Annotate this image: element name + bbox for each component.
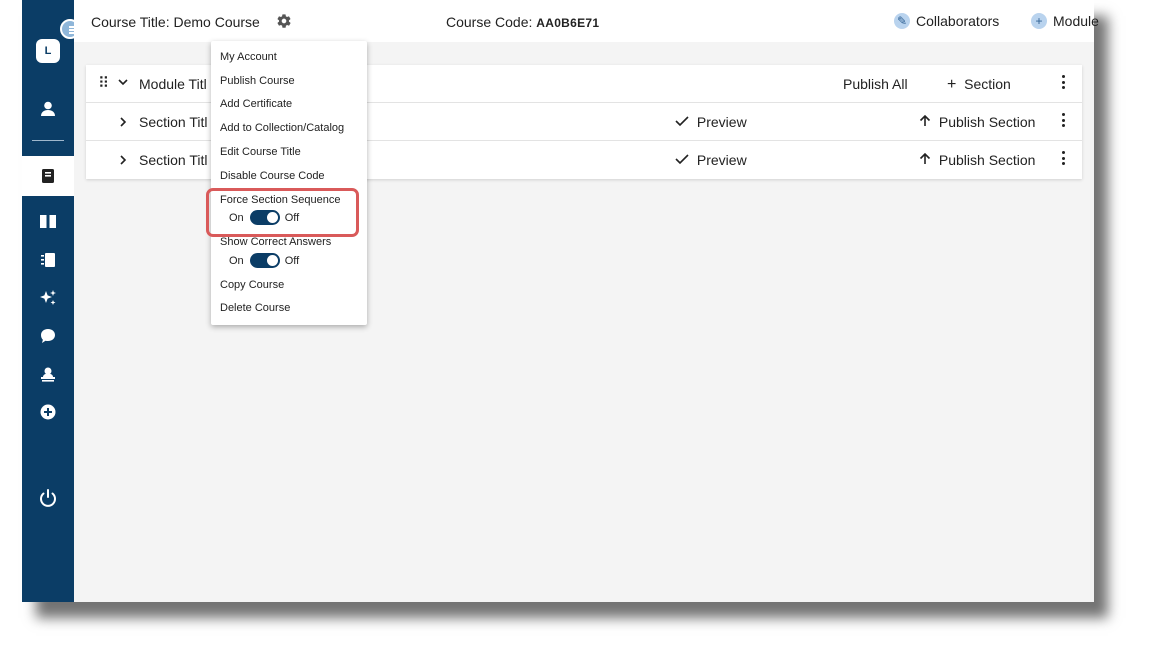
plus-icon: + <box>1031 13 1047 29</box>
publish-section-button[interactable]: Publish Section <box>919 152 1035 168</box>
show-correct-answers-toggle-row: On Off <box>229 253 299 268</box>
gear-icon[interactable] <box>276 13 292 29</box>
app-window: L Course Title: Demo Course Course Code:… <box>22 0 1099 602</box>
course-code: Course Code: AA0B6E71 <box>446 14 599 30</box>
section-kebab-icon[interactable] <box>1060 113 1066 129</box>
check-icon <box>675 116 689 127</box>
add-module-button[interactable]: + Module <box>1031 13 1099 29</box>
arrow-up-icon <box>919 114 931 126</box>
sparkle-icon[interactable] <box>38 288 58 308</box>
module-title[interactable]: Module Titl <box>139 76 207 92</box>
course-settings-menu: My Account Publish Course Add Certificat… <box>211 41 367 325</box>
toggle-on-label: On <box>229 254 244 267</box>
avatar[interactable]: L <box>36 39 60 63</box>
preview-button[interactable]: Preview <box>675 152 747 168</box>
section-title[interactable]: Section Titl <box>139 114 207 130</box>
top-bar: Course Title: Demo Course Course Code: A… <box>74 0 1099 42</box>
publish-all-button[interactable]: Publish All <box>843 76 908 92</box>
show-correct-answers-toggle[interactable] <box>249 253 280 268</box>
course-code-label: Course Code: <box>446 14 533 30</box>
section-title[interactable]: Section Titl <box>139 152 207 168</box>
publish-section-label: Publish Section <box>938 114 1036 130</box>
arrow-up-icon <box>919 152 931 164</box>
collaborators-button[interactable]: ✎ Collaborators <box>894 13 999 29</box>
chevron-down-icon[interactable] <box>117 75 129 91</box>
chevron-right-icon[interactable] <box>117 115 129 131</box>
menu-item-publish-course[interactable]: Publish Course <box>220 75 295 87</box>
publish-section-label: Publish Section <box>938 152 1036 168</box>
chevron-right-icon[interactable] <box>117 153 129 169</box>
show-correct-answers-label: Show Correct Answers <box>220 236 332 248</box>
menu-item-copy-course[interactable]: Copy Course <box>220 279 284 291</box>
person-icon[interactable] <box>38 99 58 119</box>
drag-handle-icon[interactable]: ⠿ <box>98 74 109 92</box>
module-kebab-icon[interactable] <box>1060 75 1066 91</box>
preview-button[interactable]: Preview <box>675 114 747 130</box>
chat-icon[interactable] <box>38 326 58 346</box>
power-icon[interactable] <box>37 487 59 509</box>
notebook-icon[interactable] <box>38 250 58 270</box>
open-book-icon[interactable] <box>38 211 58 231</box>
sidebar-divider <box>32 140 64 141</box>
menu-item-edit-course-title[interactable]: Edit Course Title <box>220 146 301 158</box>
add-section-label: Section <box>964 76 1011 92</box>
menu-item-disable-course-code[interactable]: Disable Course Code <box>220 170 325 182</box>
section-kebab-icon[interactable] <box>1060 151 1066 167</box>
check-icon <box>675 154 689 165</box>
menu-item-delete-course[interactable]: Delete Course <box>220 302 290 314</box>
book-icon <box>38 166 58 186</box>
add-section-button[interactable]: + Section <box>947 76 1011 93</box>
module-label: Module <box>1053 13 1099 29</box>
menu-item-add-to-collection[interactable]: Add to Collection/Catalog <box>220 122 344 134</box>
sidebar-item-active[interactable] <box>22 156 74 196</box>
menu-item-my-account[interactable]: My Account <box>220 51 277 63</box>
preview-label: Preview <box>696 114 747 130</box>
toggle-off-label: Off <box>284 254 300 267</box>
teacher-icon[interactable] <box>38 364 58 384</box>
add-circle-icon[interactable] <box>38 402 58 422</box>
course-title: Course Title: Demo Course <box>91 14 260 30</box>
plus-icon: + <box>947 76 957 93</box>
sidebar: L <box>22 0 80 602</box>
course-code-value: AA0B6E71 <box>536 16 600 30</box>
highlight-box <box>206 188 359 237</box>
edit-icon: ✎ <box>894 13 910 29</box>
publish-section-button[interactable]: Publish Section <box>919 114 1035 130</box>
preview-label: Preview <box>696 152 747 168</box>
menu-item-add-certificate[interactable]: Add Certificate <box>220 98 292 110</box>
collaborators-label: Collaborators <box>916 13 1000 29</box>
